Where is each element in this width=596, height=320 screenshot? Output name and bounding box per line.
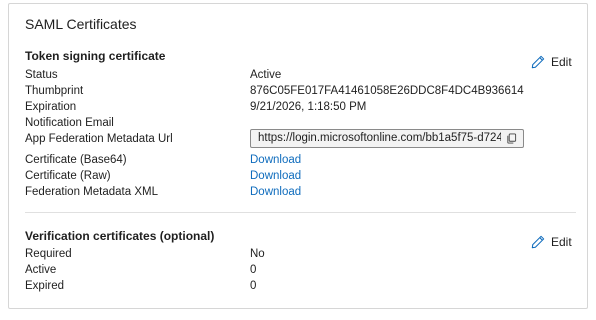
row-required: Required No: [25, 246, 565, 262]
copy-icon[interactable]: [506, 133, 517, 144]
download-base64-link[interactable]: Download: [250, 152, 301, 168]
metadata-url-text: https://login.microsoftonline.com/bb1a5f…: [258, 132, 501, 144]
active-count-value: 0: [250, 264, 257, 276]
row-status: Status Active: [25, 67, 565, 83]
row-metadata-url: App Federation Metadata Url https://logi…: [25, 129, 565, 148]
row-certificate-base64: Certificate (Base64) Download: [25, 152, 565, 168]
status-value: Active: [250, 69, 282, 81]
expired-count-value: 0: [250, 280, 257, 292]
saml-certificates-card: SAML Certificates Token signing certific…: [8, 3, 588, 309]
row-expired: Expired 0: [25, 278, 565, 294]
verification-title: Verification certificates (optional): [25, 229, 215, 243]
row-label: Active: [25, 264, 57, 276]
row-active: Active 0: [25, 262, 565, 278]
row-label: Notification Email: [25, 117, 114, 129]
row-expiration: Expiration 9/21/2026, 1:18:50 PM: [25, 99, 565, 115]
row-label: App Federation Metadata Url: [25, 133, 173, 145]
row-label: Certificate (Raw): [25, 170, 111, 182]
row-label: Certificate (Base64): [25, 154, 127, 166]
token-signing-title: Token signing certificate: [25, 49, 166, 63]
metadata-url-field[interactable]: https://login.microsoftonline.com/bb1a5f…: [250, 129, 524, 148]
row-label: Expiration: [25, 101, 77, 113]
row-label: Required: [25, 248, 72, 260]
row-federation-metadata-xml: Federation Metadata XML Download: [25, 184, 565, 200]
row-label: Status: [25, 69, 58, 81]
section-divider: [25, 212, 576, 213]
expiration-value: 9/21/2026, 1:18:50 PM: [250, 101, 367, 113]
row-thumbprint: Thumbprint 876C05FE017FA41461058E26DDC8F…: [25, 83, 565, 99]
row-label: Federation Metadata XML: [25, 186, 158, 198]
download-metadata-xml-link[interactable]: Download: [250, 184, 301, 200]
thumbprint-value: 876C05FE017FA41461058E26DDC8F4DC4B936614: [250, 85, 524, 97]
row-label: Thumbprint: [25, 85, 84, 97]
card-title: SAML Certificates: [25, 16, 137, 32]
required-value: No: [250, 248, 265, 260]
row-certificate-raw: Certificate (Raw) Download: [25, 168, 565, 184]
row-label: Expired: [25, 280, 64, 292]
download-raw-link[interactable]: Download: [250, 168, 301, 184]
